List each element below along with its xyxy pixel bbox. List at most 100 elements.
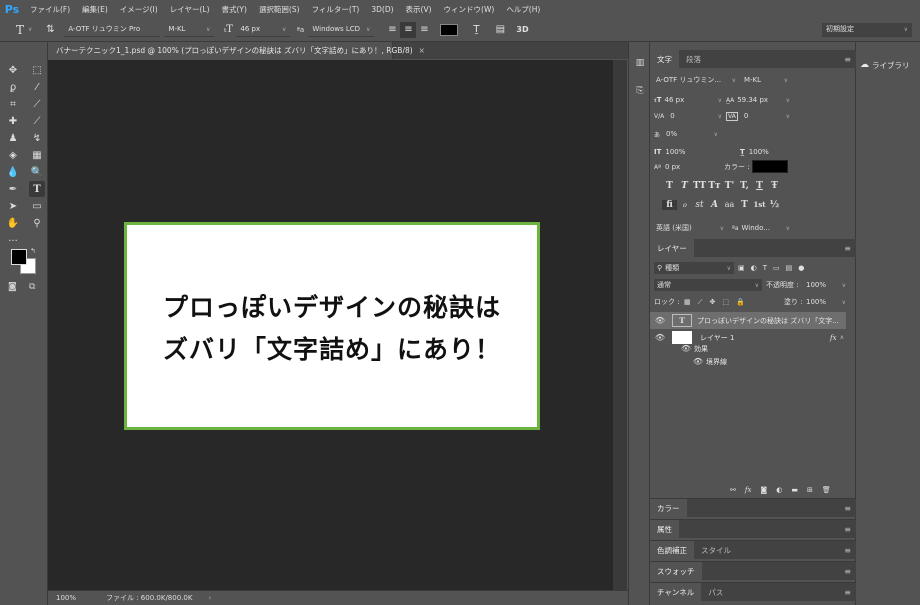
chevron-up-icon[interactable]: ∧ xyxy=(840,334,844,341)
faux-italic-button[interactable]: T xyxy=(677,181,692,191)
stamp-tool-icon[interactable]: ♟ xyxy=(5,130,21,146)
tab-layers[interactable]: レイヤー xyxy=(650,239,694,257)
type-tool-preset-icon[interactable]: T xyxy=(12,22,28,38)
char-color-swatch[interactable] xyxy=(752,160,788,173)
eraser-tool-icon[interactable]: ◈ xyxy=(5,147,21,163)
menu-window[interactable]: ウィンドウ(W) xyxy=(438,4,501,15)
menu-view[interactable]: 表示(V) xyxy=(400,4,438,15)
char-kerning-field[interactable]: V/A 0 ∨ xyxy=(654,110,722,122)
type-tool-icon[interactable]: T xyxy=(29,181,45,197)
workspace-select[interactable]: 初期設定 ∨ xyxy=(822,22,912,37)
blend-mode-select[interactable]: 通常 ∨ xyxy=(654,279,762,291)
align-right-icon[interactable]: ≡ xyxy=(416,22,432,38)
menu-help[interactable]: ヘルプ(H) xyxy=(500,4,546,15)
character-panel-toggle-icon[interactable]: ▤ xyxy=(492,22,508,38)
lock-position-icon[interactable]: ✥ xyxy=(710,298,716,306)
layer-filter-select[interactable]: ⚲ 種類 ∨ xyxy=(654,262,734,274)
menu-image[interactable]: イメージ(I) xyxy=(114,4,164,15)
gradient-tool-icon[interactable]: ▦ xyxy=(29,147,45,163)
char-hscale-field[interactable]: T̲ 100% xyxy=(740,146,790,158)
font-family-select[interactable]: A-OTF リュウミン Pro xyxy=(64,22,161,37)
panel-menu-icon[interactable]: ≡ xyxy=(844,546,851,555)
path-selection-tool-icon[interactable]: ➤ xyxy=(5,198,21,214)
tab-properties[interactable]: 属性 xyxy=(650,520,679,538)
link-layers-icon[interactable]: ⚯ xyxy=(730,486,736,494)
filter-shape-icon[interactable]: ▭ xyxy=(773,264,780,272)
magic-wand-tool-icon[interactable]: ⁄ xyxy=(29,79,45,95)
fx-badge[interactable]: fx xyxy=(830,334,837,342)
opacity-field[interactable]: 100% ∨ xyxy=(806,279,846,291)
tab-channels[interactable]: チャンネル xyxy=(650,583,702,601)
tab-swatches[interactable]: スウォッチ xyxy=(650,562,702,580)
libraries-button[interactable]: ☁ ライブラリ xyxy=(860,56,916,74)
tab-adjustments[interactable]: 色調補正 xyxy=(650,541,694,559)
more-tools-icon[interactable]: ··· xyxy=(5,233,21,249)
char-size-field[interactable]: ₜT 46 px ∨ xyxy=(654,94,722,106)
trash-icon[interactable]: 🗑 xyxy=(822,486,831,494)
discretionary-ligatures-button[interactable]: st xyxy=(692,200,707,210)
filter-toggle-icon[interactable]: ● xyxy=(798,264,804,272)
titling-alternates-button[interactable]: T xyxy=(737,200,752,210)
filter-pixel-icon[interactable]: ▣ xyxy=(738,264,745,272)
layer-row-text[interactable]: 👁 T プロっぽいデザインの秘訣は ズバリ「文字... xyxy=(650,312,846,329)
panel-menu-icon[interactable]: ≡ xyxy=(844,567,851,576)
char-vscale-field[interactable]: IT 100% xyxy=(654,146,714,158)
char-leading-field[interactable]: A̲A 59.34 px ∨ xyxy=(726,94,790,106)
strikethrough-button[interactable]: Ŧ xyxy=(767,181,782,191)
quick-mask-icon[interactable]: ◙ xyxy=(8,282,17,292)
font-style-select[interactable]: M-KL ∨ xyxy=(164,22,215,37)
chevron-down-icon[interactable]: ∨ xyxy=(28,26,32,33)
char-aa-select[interactable]: ªa Windo... ∨ xyxy=(732,222,790,234)
panel-menu-icon[interactable]: ≡ xyxy=(844,588,851,597)
brush-tool-icon[interactable]: ⟋ xyxy=(29,113,45,129)
fill-field[interactable]: 100% ∨ xyxy=(806,296,846,308)
superscript-button[interactable]: T' xyxy=(722,181,737,191)
subscript-button[interactable]: T, xyxy=(737,181,752,191)
fractions-button[interactable]: ½ xyxy=(767,200,782,210)
panel-menu-icon[interactable]: ≡ xyxy=(844,504,851,513)
font-size-select[interactable]: 46 px ∨ xyxy=(236,22,291,37)
menu-3d[interactable]: 3D(D) xyxy=(365,5,399,14)
ordinals-button[interactable]: 1st xyxy=(752,200,767,210)
shape-tool-icon[interactable]: ▭ xyxy=(29,198,45,214)
menu-type[interactable]: 書式(Y) xyxy=(216,4,253,15)
swash-button[interactable]: A xyxy=(707,200,722,210)
dodge-tool-icon[interactable]: 🔍 xyxy=(29,164,45,180)
all-caps-button[interactable]: TT xyxy=(692,181,707,191)
vertical-scrollbar[interactable] xyxy=(613,60,627,590)
filter-smart-object-icon[interactable]: ▤ xyxy=(786,264,793,272)
panel-menu-icon[interactable]: ≡ xyxy=(844,525,851,534)
eye-icon[interactable]: 👁 xyxy=(680,344,692,353)
lock-all-icon[interactable]: 🔒 xyxy=(736,298,745,306)
eye-icon[interactable]: 👁 xyxy=(654,333,666,342)
tab-styles[interactable]: スタイル xyxy=(694,541,738,559)
swap-colors-icon[interactable]: ↰ xyxy=(30,247,36,255)
lock-image-icon[interactable]: ⟋ xyxy=(698,298,703,307)
filter-adjustment-icon[interactable]: ◐ xyxy=(751,264,757,272)
screen-mode-icon[interactable]: ⧉ xyxy=(29,282,35,292)
blur-tool-icon[interactable]: 💧 xyxy=(5,164,21,180)
contextual-alternates-button[interactable]: ℴ xyxy=(677,200,692,210)
char-font-style-select[interactable]: M-KL ∨ xyxy=(744,74,788,86)
new-adjustment-icon[interactable]: ◐ xyxy=(776,486,782,494)
hand-tool-icon[interactable]: ✋ xyxy=(5,215,21,231)
char-tracking-field[interactable]: VA 0 ∨ xyxy=(726,110,790,122)
tab-paragraph[interactable]: 段落 xyxy=(679,50,708,68)
underline-button[interactable]: T xyxy=(752,181,767,191)
menu-select[interactable]: 選択範囲(S) xyxy=(253,4,306,15)
align-left-icon[interactable]: ≡ xyxy=(384,22,400,38)
tab-character[interactable]: 文字 xyxy=(650,50,679,68)
text-color-swatch[interactable] xyxy=(440,23,459,36)
add-style-icon[interactable]: fx xyxy=(745,486,752,494)
history-brush-tool-icon[interactable]: ↯ xyxy=(29,130,45,146)
char-language-select[interactable]: 英語 (米国) ∨ xyxy=(656,222,724,234)
layer-stroke-row[interactable]: 👁 境界線 xyxy=(650,355,846,368)
new-layer-icon[interactable]: ⊞ xyxy=(807,486,813,494)
pen-tool-icon[interactable]: ✒ xyxy=(5,181,21,197)
ligatures-button[interactable]: fi xyxy=(662,200,677,210)
new-group-icon[interactable]: ▬ xyxy=(791,486,798,494)
zoom-level[interactable]: 100% xyxy=(56,594,96,602)
document-tab[interactable]: バナーテクニック1_1.psd @ 100% (プロっぽいデザインの秘訣は ズバ… xyxy=(48,42,425,59)
panel-menu-icon[interactable]: ≡ xyxy=(844,55,851,64)
foreground-color-swatch[interactable] xyxy=(11,249,27,265)
